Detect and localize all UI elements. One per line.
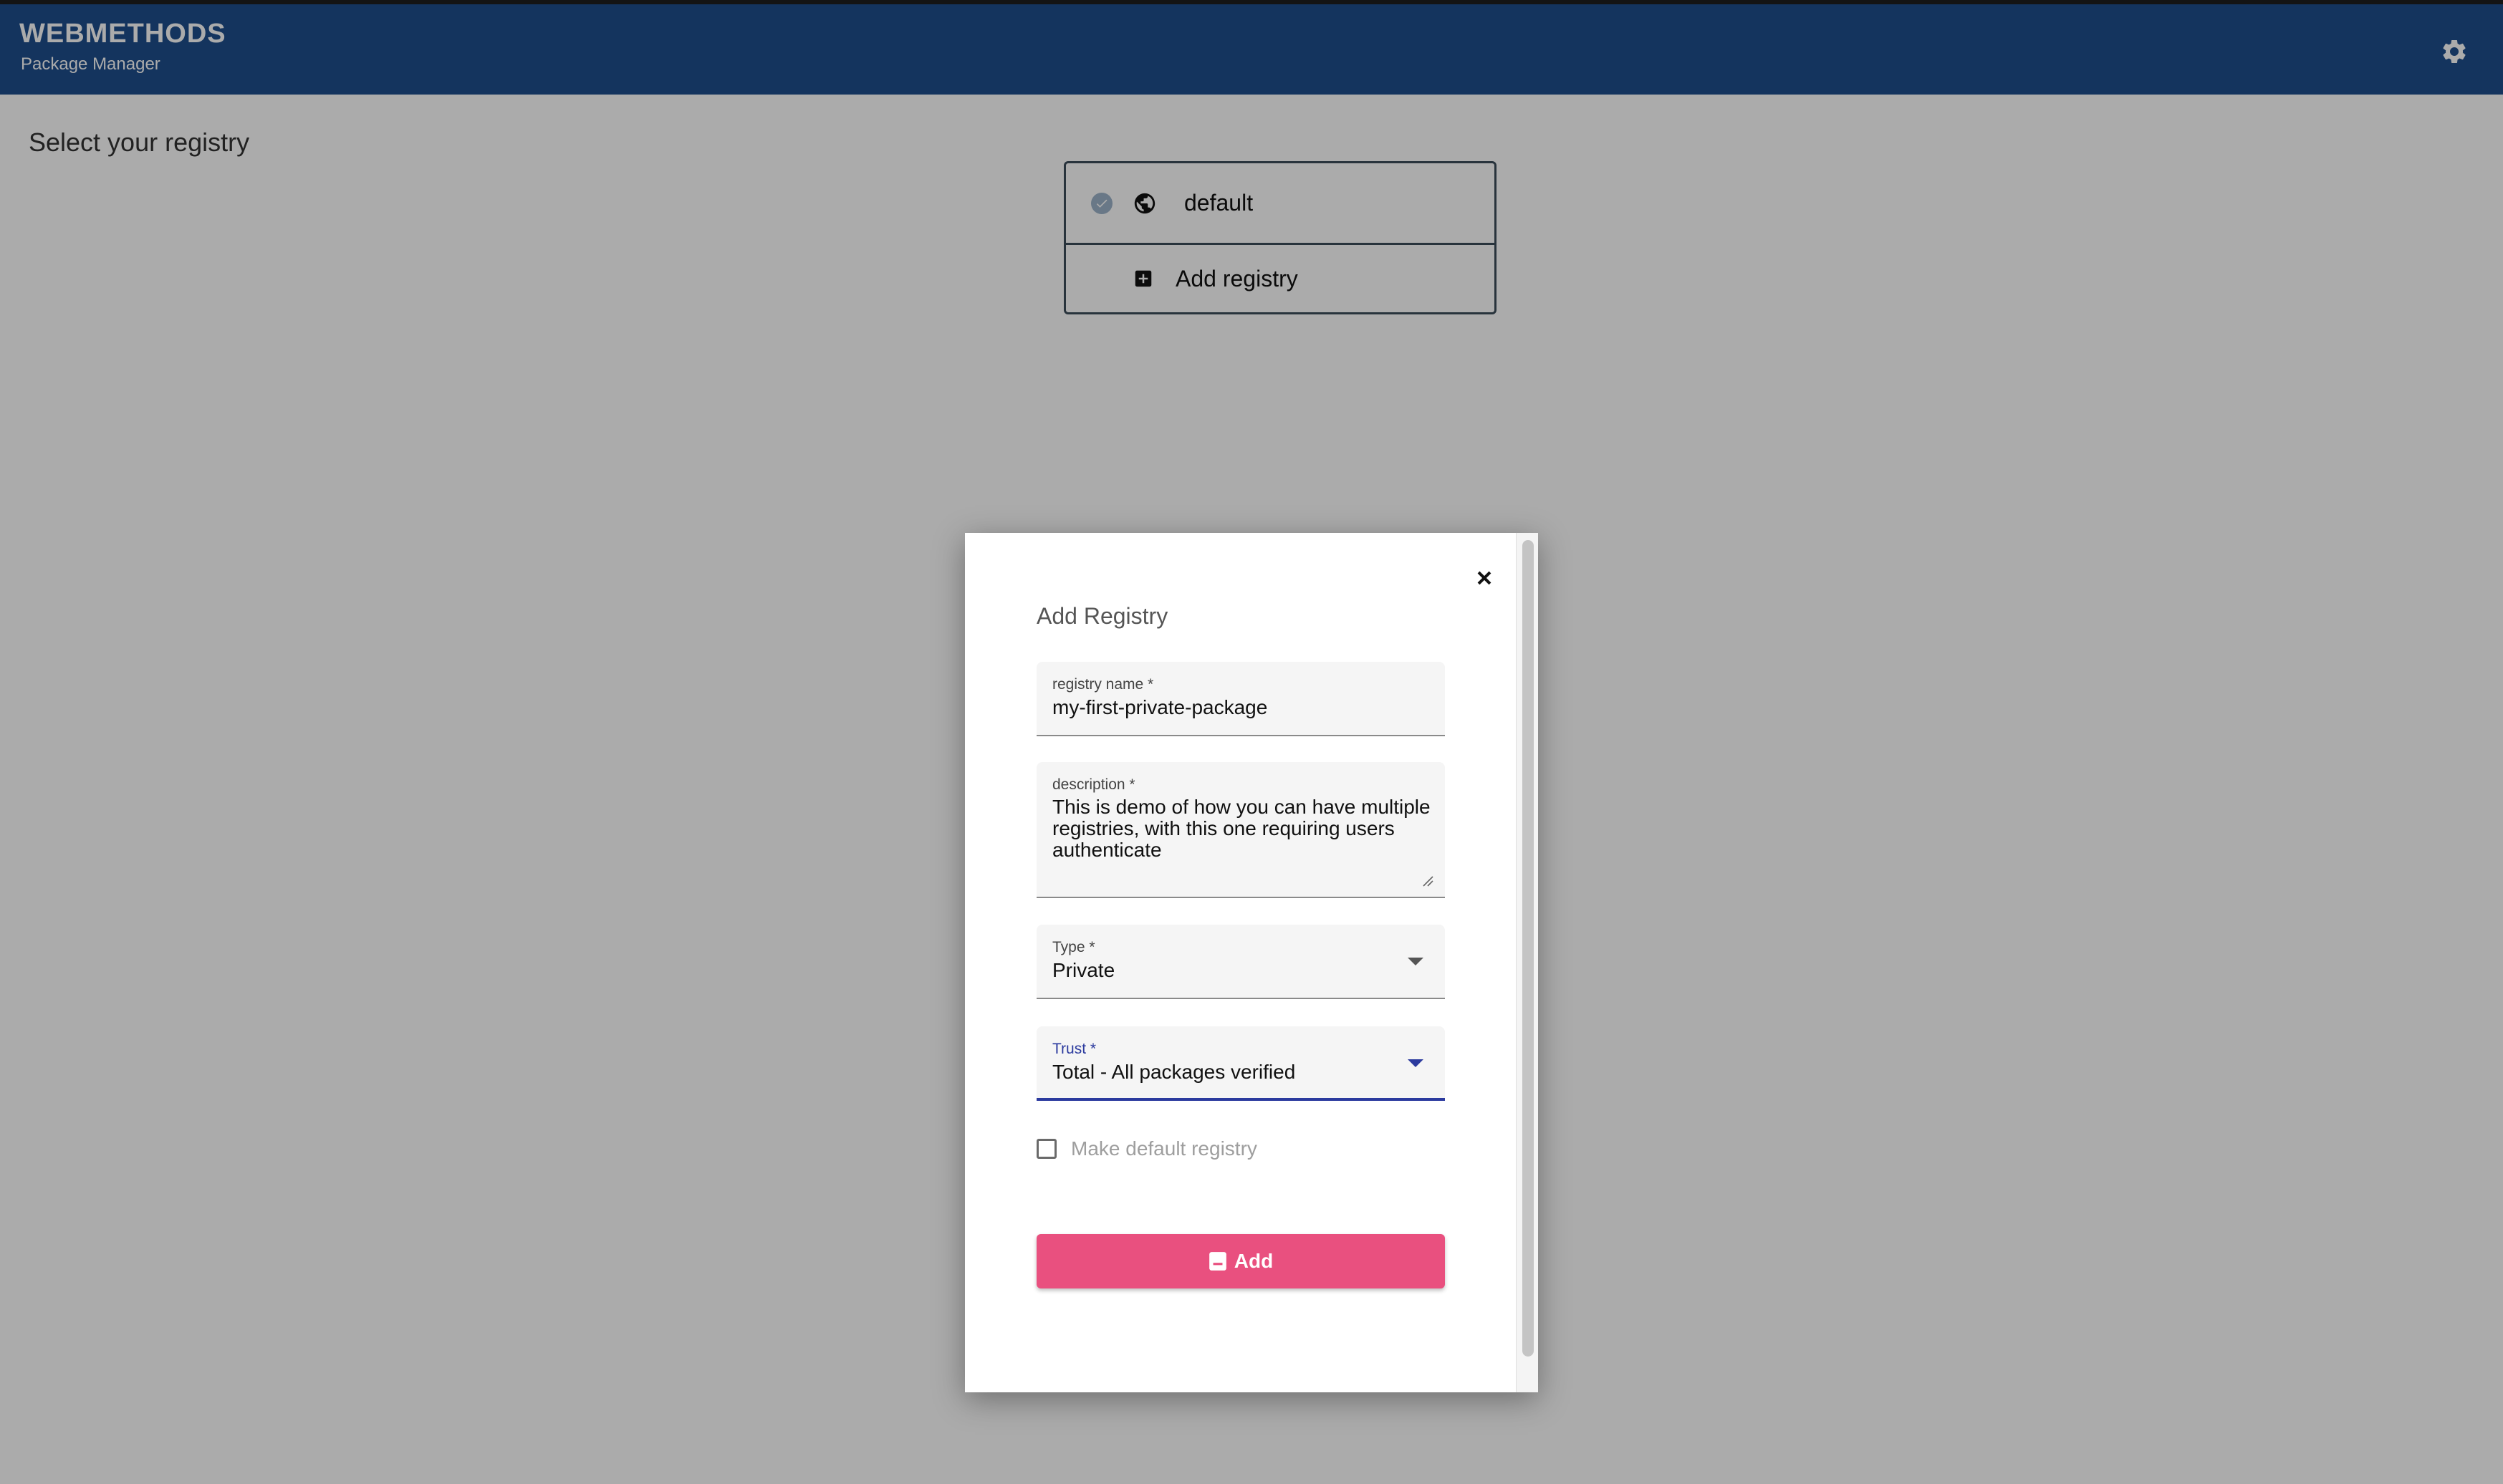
type-label: Type * [1052,939,1095,955]
trust-value: Total - All packages verified [1052,1061,1296,1083]
description-field[interactable]: description * This is demo of how you ca… [1037,762,1445,898]
chevron-down-icon [1408,958,1423,965]
type-value: Private [1052,959,1115,981]
registry-name-label: registry name * [1052,676,1154,693]
trust-label: Trust * [1052,1041,1097,1057]
registry-name-input[interactable]: my-first-private-package [1052,696,1267,719]
chevron-down-icon [1408,1059,1423,1067]
make-default-checkbox[interactable] [1037,1139,1057,1159]
description-label: description * [1052,776,1135,793]
resize-grip-icon[interactable] [1421,874,1433,887]
dialog-title: Add Registry [1037,603,1168,629]
dialog-scrollbar-thumb[interactable] [1522,540,1534,1357]
dialog-scrollbar[interactable] [1516,533,1538,1392]
type-select[interactable]: Type * Private [1037,925,1445,999]
registry-name-field[interactable]: registry name * my-first-private-package [1037,662,1445,736]
add-registry-dialog: Add Registry registry name * my-first-pr… [965,533,1538,1392]
close-button[interactable] [1466,560,1502,596]
trust-select[interactable]: Trust * Total - All packages verified [1037,1026,1445,1101]
default-registry-option: Make default registry [1037,1134,1257,1163]
add-button-label: Add [1234,1250,1274,1272]
make-default-label: Make default registry [1071,1137,1257,1160]
close-icon [1477,571,1491,585]
add-button[interactable]: Add [1037,1234,1445,1288]
description-textarea[interactable]: This is demo of how you can have multipl… [1052,796,1432,861]
save-icon [1209,1252,1226,1271]
